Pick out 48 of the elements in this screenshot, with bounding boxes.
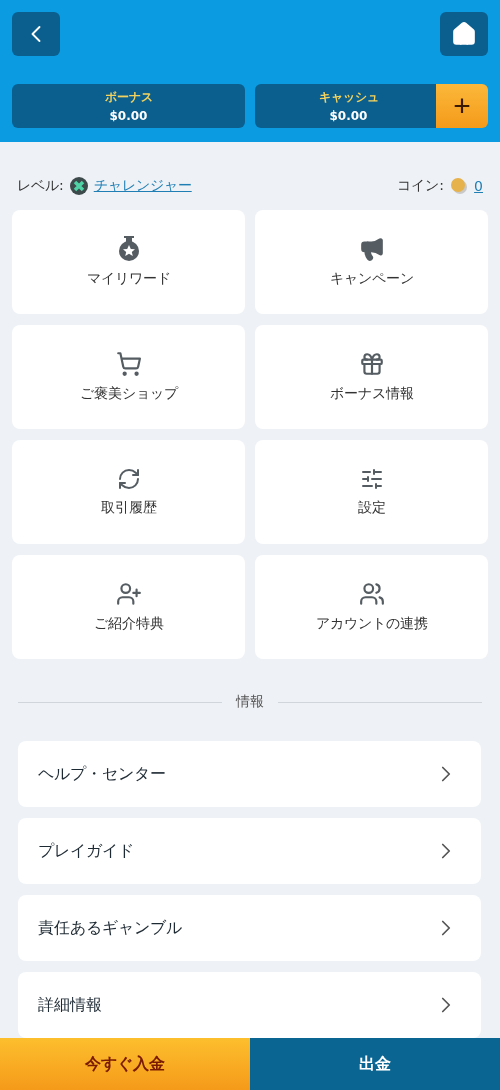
home-button[interactable] — [440, 12, 488, 56]
balance-label: キャッシュ — [318, 89, 379, 106]
menu-tile[interactable]: キャンペーン — [255, 210, 488, 314]
tile-label: ボーナス情報 — [329, 385, 414, 403]
menu-tile[interactable]: 設定 — [255, 440, 488, 544]
tile-label: 設定 — [357, 499, 386, 517]
cart-icon — [115, 351, 142, 377]
balance-amount: $0.00 — [109, 109, 148, 123]
withdraw-button[interactable]: 出金 — [250, 1038, 500, 1090]
home-icon — [451, 21, 477, 47]
level-link[interactable]: チャレンジャー — [93, 177, 192, 195]
balance-amount: $0.00 — [329, 109, 368, 123]
tile-label: ご紹介特典 — [93, 615, 164, 633]
tile-label: アカウントの連携 — [315, 615, 428, 633]
menu-tile[interactable]: アカウントの連携 — [255, 555, 488, 659]
users-icon — [358, 581, 385, 607]
menu-tile[interactable]: ご褒美ショップ — [12, 325, 245, 429]
menu-tile[interactable]: ご紹介特典 — [12, 555, 245, 659]
deposit-button[interactable]: 今すぐ入金 — [0, 1038, 250, 1090]
link-label: ヘルプ・センター — [38, 763, 166, 785]
coins-link[interactable]: 0 — [474, 178, 483, 194]
megaphone-icon — [358, 236, 385, 262]
add-funds-button[interactable]: + — [436, 84, 488, 128]
info-link-row[interactable]: ヘルプ・センター — [18, 741, 481, 807]
gift-icon — [358, 351, 385, 377]
level-badge-icon — [69, 177, 88, 195]
info-link-row[interactable]: 詳細情報 — [18, 972, 481, 1038]
user-plus-icon — [115, 581, 142, 607]
menu-tile[interactable]: 取引履歴 — [12, 440, 245, 544]
link-label: 責任あるギャンブル — [38, 917, 182, 939]
info-link-row[interactable]: プレイガイド — [18, 818, 481, 884]
level-label: レベル: — [17, 177, 64, 195]
info-link-row[interactable]: 責任あるギャンブル — [18, 895, 481, 961]
tile-label: 取引履歴 — [100, 499, 157, 517]
medal-icon — [117, 236, 140, 262]
tile-label: ご褒美ショップ — [79, 385, 178, 403]
coin-icon — [450, 178, 469, 194]
section-title: 情報 — [236, 693, 264, 711]
settings-icon — [359, 467, 384, 491]
balance-label: ボーナス — [104, 89, 153, 106]
link-label: 詳細情報 — [38, 994, 102, 1016]
coins-label: コイン: — [397, 177, 445, 195]
link-label: プレイガイド — [38, 840, 134, 862]
refresh-icon — [116, 467, 141, 491]
tile-label: マイリワード — [86, 270, 171, 288]
menu-tile[interactable]: ボーナス情報 — [255, 325, 488, 429]
tile-label: キャンペーン — [329, 270, 414, 288]
menu-tile[interactable]: マイリワード — [12, 210, 245, 314]
